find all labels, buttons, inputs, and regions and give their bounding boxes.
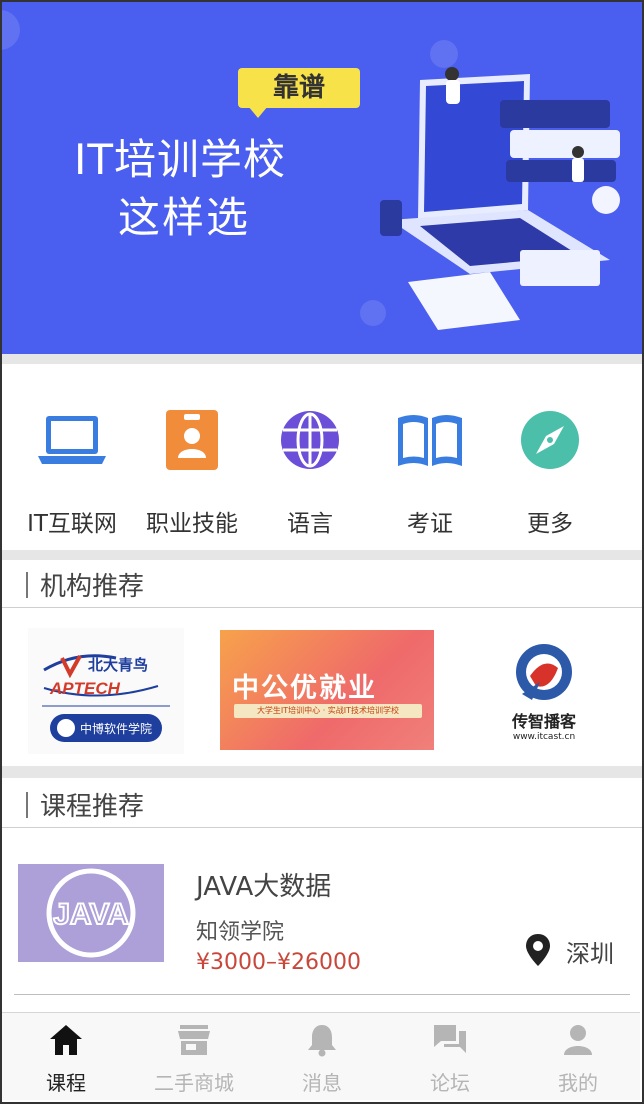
decor-dot bbox=[0, 10, 20, 50]
divider-line bbox=[14, 994, 630, 995]
category-label: 语言 bbox=[287, 511, 333, 537]
book-icon bbox=[398, 415, 462, 466]
tab-label: 我的 bbox=[558, 1071, 598, 1095]
tab-forum[interactable]: 论坛 bbox=[386, 1013, 514, 1101]
category-vocational[interactable]: 职业技能 bbox=[132, 364, 252, 550]
org-url: www.itcast.cn bbox=[512, 732, 576, 742]
banner-title: IT培训学校 bbox=[74, 135, 287, 184]
org-logo-itcast[interactable]: 传智播客 www.itcast.cn bbox=[496, 638, 592, 754]
org-sub2: 中博软件学院 bbox=[80, 721, 152, 736]
globe-icon bbox=[281, 411, 339, 469]
aptech-logo: 北大青鸟 APTECH 中博软件学院 bbox=[42, 654, 170, 742]
tab-label: 课程 bbox=[46, 1071, 86, 1095]
category-it-internet[interactable]: IT互联网 bbox=[12, 364, 132, 550]
location-pin-icon bbox=[526, 934, 550, 966]
section-accent-bar bbox=[26, 792, 28, 818]
chat-icon bbox=[434, 1025, 466, 1053]
course-thumbnail: JAVA bbox=[18, 864, 164, 962]
category-language[interactable]: 语言 bbox=[250, 364, 370, 550]
category-more[interactable]: 更多 bbox=[490, 364, 610, 550]
user-icon bbox=[564, 1025, 592, 1055]
section-title: 机构推荐 bbox=[40, 572, 145, 602]
category-grid: IT互联网 职业技能 语言 考证 更多 bbox=[0, 364, 644, 550]
org-logo-aptech[interactable]: 北大青鸟 APTECH 中博软件学院 bbox=[28, 628, 184, 754]
bottom-tab-bar: 课程 二手商城 消息 论坛 我的 bbox=[2, 1012, 640, 1100]
org-name: 传智播客 bbox=[511, 712, 576, 731]
category-certificate[interactable]: 考证 bbox=[370, 364, 490, 550]
tab-secondhand-market[interactable]: 二手商城 bbox=[130, 1013, 258, 1101]
home-icon bbox=[50, 1025, 82, 1055]
course-school: 知领学院 bbox=[196, 920, 285, 945]
section-divider bbox=[0, 766, 644, 778]
section-divider bbox=[0, 550, 644, 560]
tab-label: 二手商城 bbox=[154, 1071, 234, 1095]
laptop-icon bbox=[38, 416, 106, 464]
category-label: IT互联网 bbox=[27, 511, 117, 537]
orgs-section-header: 机构推荐 bbox=[0, 560, 644, 608]
promo-banner[interactable]: 靠谱 IT培训学校 这样选 bbox=[0, 0, 644, 354]
itcast-logo bbox=[516, 644, 572, 700]
org-name: 北大青鸟 bbox=[88, 656, 148, 674]
section-divider bbox=[0, 354, 644, 364]
compass-icon bbox=[521, 411, 579, 469]
tab-label: 论坛 bbox=[430, 1071, 470, 1095]
section-title: 课程推荐 bbox=[40, 792, 145, 822]
badge-icon bbox=[166, 410, 218, 470]
laptop-illustration bbox=[380, 67, 620, 330]
org-name: 中公优就业 bbox=[232, 673, 377, 704]
course-card[interactable]: JAVA JAVA大数据 知领学院 ¥3000–¥26000 深圳 bbox=[0, 828, 644, 996]
course-price: ¥3000–¥26000 bbox=[196, 950, 361, 975]
tab-label: 消息 bbox=[302, 1071, 342, 1095]
tab-profile[interactable]: 我的 bbox=[514, 1013, 642, 1101]
java-thumbnail-image: JAVA bbox=[46, 868, 136, 958]
banner-tag: 靠谱 bbox=[238, 68, 360, 118]
thumb-label: JAVA bbox=[53, 898, 129, 931]
bell-icon bbox=[308, 1025, 336, 1057]
org-list: 北大青鸟 APTECH 中博软件学院 中公优就业 大学生IT培训中心 · 实战I… bbox=[0, 610, 644, 766]
courses-section-header: 课程推荐 bbox=[0, 780, 644, 828]
org-sub: APTECH bbox=[49, 679, 121, 698]
category-label: 更多 bbox=[527, 511, 573, 537]
category-label: 考证 bbox=[407, 511, 453, 537]
course-title: JAVA大数据 bbox=[196, 872, 332, 902]
course-city: 深圳 bbox=[566, 940, 614, 968]
tab-messages[interactable]: 消息 bbox=[258, 1013, 386, 1101]
org-slogan: 大学生IT培训中心 · 实战IT技术培训学校 bbox=[234, 704, 422, 718]
tab-courses[interactable]: 课程 bbox=[2, 1013, 130, 1101]
store-icon bbox=[178, 1025, 210, 1055]
category-label: 职业技能 bbox=[146, 511, 238, 537]
banner-subtitle: 这样选 bbox=[118, 193, 251, 242]
section-accent-bar bbox=[26, 572, 28, 598]
org-logo-offcn[interactable]: 中公优就业 大学生IT培训中心 · 实战IT技术培训学校 bbox=[220, 630, 434, 750]
